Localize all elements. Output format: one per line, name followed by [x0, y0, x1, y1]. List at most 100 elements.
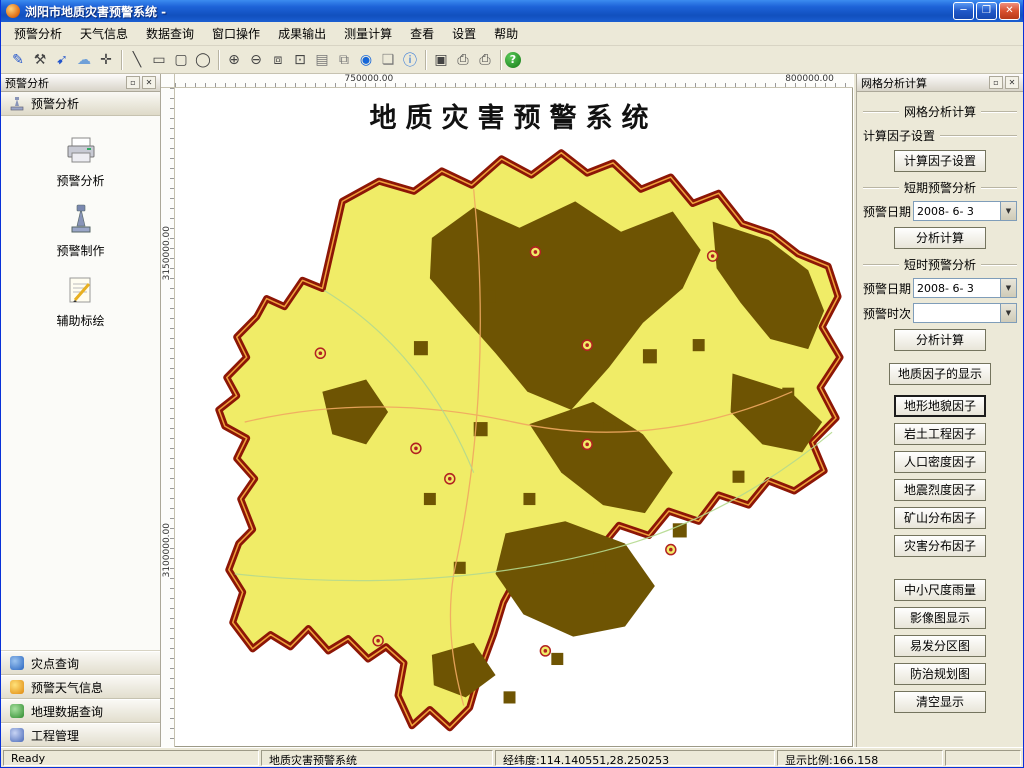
globe-icon[interactable]: ◉: [355, 49, 377, 71]
accordion-geographic-data-query[interactable]: 地理数据查询: [1, 699, 160, 723]
ruler-top-label: 800000.00: [785, 74, 834, 84]
ruler-left: 3150000.00 3100000.00: [161, 88, 175, 747]
pan-icon[interactable]: ✛: [95, 49, 117, 71]
prevention-plan-button[interactable]: 防治规划图: [894, 663, 986, 685]
print-preview-icon[interactable]: ⎙: [474, 49, 496, 71]
menu-measure-calc[interactable]: 测量计算: [335, 22, 401, 45]
notepad-pencil-icon: [64, 273, 98, 305]
ruler-left-label: 3150000.00: [162, 226, 172, 280]
chevron-down-icon[interactable]: ▼: [1000, 304, 1016, 322]
monitor-icon[interactable]: ▣: [430, 49, 452, 71]
factor-disaster-button[interactable]: 灾害分布因子: [894, 535, 986, 557]
ruler-corner: [161, 74, 175, 88]
mesoscale-rain-button[interactable]: 中小尺度雨量: [894, 579, 986, 601]
short-time-heading: 短时预警分析: [863, 256, 1017, 273]
zoom-window-icon[interactable]: ⧈: [267, 49, 289, 71]
app-window: 浏阳市地质灾害预警系统 - ─ ❐ ✕ 预警分析 天气信息 数据查询 窗口操作 …: [0, 0, 1024, 768]
map-title: 地质灾害预警系统: [175, 96, 852, 135]
short-term-date-select[interactable]: 2008- 6- 3 ▼: [913, 201, 1017, 221]
menu-view[interactable]: 查看: [401, 22, 443, 45]
status-coordinates: 经纬度:114.140551,28.250253: [495, 750, 775, 766]
short-term-analyze-button[interactable]: 分析计算: [894, 227, 986, 249]
zoom-out-icon[interactable]: ⊖: [245, 49, 267, 71]
pin-icon[interactable]: ▫: [126, 76, 140, 89]
close-icon[interactable]: ✕: [142, 76, 156, 89]
calc-factor-heading: 计算因子设置: [863, 127, 1017, 144]
menu-help[interactable]: 帮助: [485, 22, 527, 45]
left-panel-title: 预警分析: [5, 75, 124, 91]
geo-factor-display-button[interactable]: 地质因子的显示: [889, 363, 991, 385]
pin-icon[interactable]: ▫: [989, 76, 1003, 89]
window-title: 浏阳市地质灾害预警系统 -: [25, 3, 951, 20]
draw-line-icon[interactable]: ╲: [126, 49, 148, 71]
menu-settings[interactable]: 设置: [443, 22, 485, 45]
clear-display-button[interactable]: 清空显示: [894, 691, 986, 713]
imagery-display-button[interactable]: 影像图显示: [894, 607, 986, 629]
left-panel-header: 预警分析 ▫ ✕: [1, 74, 160, 92]
accordion-warning-weather-info[interactable]: 预警天气信息: [1, 675, 160, 699]
accordion-label: 灾点查询: [31, 655, 79, 672]
stamp-tool-icon: [64, 203, 98, 235]
short-time-times-select[interactable]: ▼: [913, 303, 1017, 323]
menu-data-query[interactable]: 数据查询: [137, 22, 203, 45]
toolbar-separator: [425, 50, 426, 70]
minimize-button[interactable]: ─: [953, 2, 974, 20]
menu-warning-analysis[interactable]: 预警分析: [5, 22, 71, 45]
accordion-label: 预警天气信息: [31, 679, 103, 696]
close-icon[interactable]: ✕: [1005, 76, 1019, 89]
status-document: 地质灾害预警系统: [261, 750, 493, 766]
cloud-icon[interactable]: ☁: [73, 49, 95, 71]
menu-window-ops[interactable]: 窗口操作: [203, 22, 269, 45]
accordion-disaster-point-query[interactable]: 灾点查询: [1, 651, 160, 675]
accordion-project-management[interactable]: 工程管理: [1, 723, 160, 747]
short-time-date-select[interactable]: 2008- 6- 3 ▼: [913, 278, 1017, 298]
draw-ellipse-icon[interactable]: ◯: [192, 49, 214, 71]
titlebar: 浏阳市地质灾害预警系统 - ─ ❐ ✕: [1, 0, 1023, 22]
maximize-button[interactable]: ❐: [976, 2, 997, 20]
factor-population-button[interactable]: 人口密度因子: [894, 451, 986, 473]
grid-analysis-heading: 网格分析计算: [863, 103, 1017, 120]
left-panel-section-bar[interactable]: 预警分析: [1, 92, 160, 116]
susceptibility-map-button[interactable]: 易发分区图: [894, 635, 986, 657]
chevron-down-icon[interactable]: ▼: [1000, 279, 1016, 297]
short-term-date-value: 2008- 6- 3: [914, 202, 1000, 220]
toolbar-separator: [500, 50, 501, 70]
factor-geotech-button[interactable]: 岩土工程因子: [894, 423, 986, 445]
zoom-in-icon[interactable]: ⊕: [223, 49, 245, 71]
copy-map-icon[interactable]: ⧉: [333, 49, 355, 71]
draw-rectangle-icon[interactable]: ▭: [148, 49, 170, 71]
short-time-times-label: 预警时次: [863, 305, 911, 322]
toolbar: ✎ ⚒ ➹ ☁ ✛ ╲ ▭ ▢ ◯ ⊕ ⊖ ⧈ ⊡ ▤ ⧉ ◉ ❏ ⓘ ▣ ⎙ …: [1, 46, 1023, 74]
print-icon[interactable]: ⎙: [452, 49, 474, 71]
display-button-list: 中小尺度雨量 影像图显示 易发分区图 防治规划图 清空显示: [863, 576, 1017, 716]
edit-icon[interactable]: ✎: [7, 49, 29, 71]
main-area: 预警分析 ▫ ✕ 预警分析 预警分析: [1, 74, 1023, 747]
accordion-label: 地理数据查询: [31, 703, 103, 720]
info-icon[interactable]: ⓘ: [399, 49, 421, 71]
factor-terrain-button[interactable]: 地形地貌因子: [894, 395, 986, 417]
map-canvas[interactable]: 地质灾害预警系统: [175, 88, 853, 747]
chevron-down-icon[interactable]: ▼: [1000, 202, 1016, 220]
page-icon[interactable]: ▤: [311, 49, 333, 71]
menu-weather-info[interactable]: 天气信息: [71, 22, 137, 45]
tool-auxiliary-plotting[interactable]: 辅助标绘: [1, 264, 160, 334]
factor-seismic-button[interactable]: 地震烈度因子: [894, 479, 986, 501]
fly-to-icon[interactable]: ➹: [51, 49, 73, 71]
draw-roundrect-icon[interactable]: ▢: [170, 49, 192, 71]
menu-result-output[interactable]: 成果输出: [269, 22, 335, 45]
short-term-date-label: 预警日期: [863, 203, 911, 220]
hammer-icon[interactable]: ⚒: [29, 49, 51, 71]
zoom-extent-icon[interactable]: ⊡: [289, 49, 311, 71]
stamp-icon: [9, 96, 25, 112]
app-icon: [6, 4, 20, 18]
tool-warning-production[interactable]: 预警制作: [1, 194, 160, 264]
tool-warning-analysis[interactable]: 预警分析: [1, 124, 160, 194]
close-button[interactable]: ✕: [999, 2, 1020, 20]
short-time-analyze-button[interactable]: 分析计算: [894, 329, 986, 351]
factor-mine-button[interactable]: 矿山分布因子: [894, 507, 986, 529]
help-icon[interactable]: ?: [505, 52, 521, 68]
menubar: 预警分析 天气信息 数据查询 窗口操作 成果输出 测量计算 查看 设置 帮助: [1, 22, 1023, 46]
short-time-date-value: 2008- 6- 3: [914, 279, 1000, 297]
calc-factor-settings-button[interactable]: 计算因子设置: [894, 150, 986, 172]
layers-icon[interactable]: ❏: [377, 49, 399, 71]
